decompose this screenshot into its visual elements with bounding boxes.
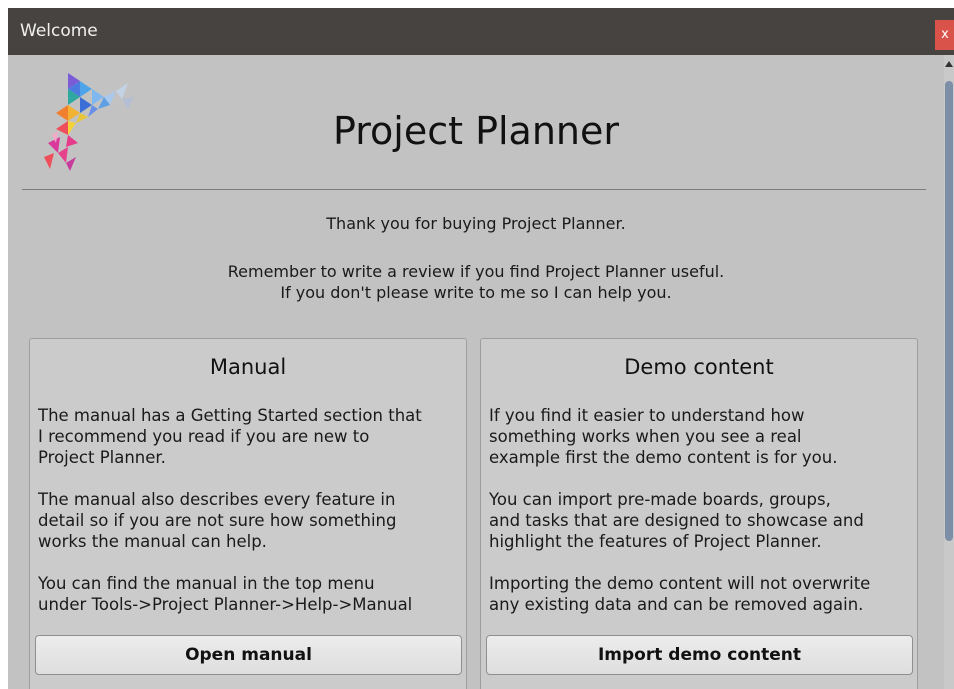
thanks-text: Thank you for buying Project Planner.	[326, 214, 626, 233]
manual-paragraph: The manual also describes every feature …	[38, 490, 397, 551]
review-request: Remember to write a review if you find P…	[8, 261, 944, 303]
vertical-scrollbar[interactable]	[944, 55, 954, 689]
welcome-window: Welcome x Project Planner Thank you for …	[8, 8, 954, 689]
demo-paragraph: Importing the demo content will not over…	[489, 574, 871, 614]
title-bar[interactable]: Welcome x	[8, 8, 954, 55]
app-title: Project Planner	[332, 109, 620, 153]
close-icon: x	[941, 27, 949, 42]
header-divider	[22, 189, 926, 190]
open-manual-button[interactable]: Open manual	[35, 635, 462, 675]
demo-paragraph: If you find it easier to understand how …	[489, 406, 838, 467]
window-title: Welcome	[20, 21, 98, 41]
review-line-2: If you don't please write to me so I can…	[280, 283, 672, 302]
demo-paragraph: You can import pre-made boards, groups, …	[489, 490, 864, 551]
manual-card: Manual The manual has a Getting Started …	[29, 338, 467, 689]
import-demo-content-button[interactable]: Import demo content	[486, 635, 913, 675]
review-line-1: Remember to write a review if you find P…	[227, 262, 725, 281]
manual-paragraph: You can find the manual in the top menu …	[38, 574, 413, 614]
manual-card-title: Manual	[209, 355, 287, 379]
demo-content-card: Demo content If you find it easier to un…	[480, 338, 918, 689]
manual-paragraph: The manual has a Getting Started section…	[38, 406, 422, 467]
close-button[interactable]: x	[935, 20, 954, 50]
welcome-content: Project Planner Thank you for buying Pro…	[8, 55, 944, 689]
scroll-up-arrow-icon[interactable]	[945, 61, 953, 67]
demo-card-title: Demo content	[624, 355, 774, 379]
scroll-thumb[interactable]	[945, 81, 953, 541]
